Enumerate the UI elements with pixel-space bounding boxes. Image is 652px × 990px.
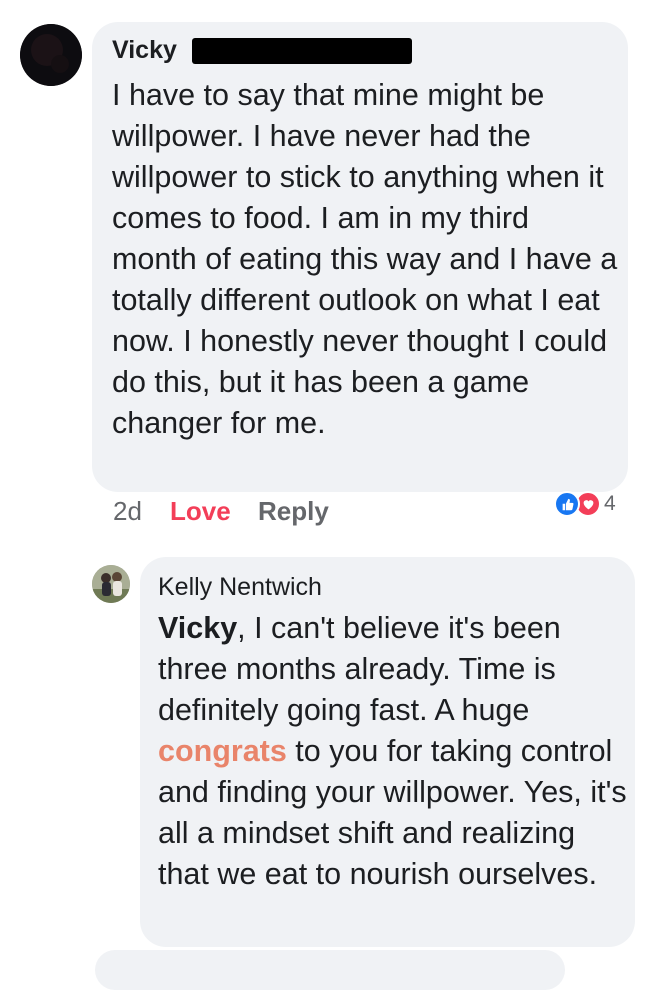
next-comment-bubble [95, 950, 565, 990]
vicky-avatar[interactable] [20, 24, 82, 86]
highlighted-word: congrats [158, 734, 287, 768]
reaction-count: 4 [604, 492, 616, 515]
kelly-avatar[interactable] [92, 565, 130, 603]
mention-vicky[interactable]: Vicky [158, 611, 237, 645]
comment-author-kelly[interactable]: Kelly Nentwich [158, 573, 322, 602]
reply-button[interactable]: Reply [258, 496, 329, 527]
like-icon [554, 491, 580, 517]
comment-text-vicky: I have to say that mine might be willpow… [112, 78, 618, 440]
redaction-bar [192, 38, 412, 64]
comment-text-kelly: Vicky, I can't believe it's been three m… [158, 608, 628, 895]
love-reaction-button[interactable]: Love [170, 496, 231, 527]
comment-timestamp[interactable]: 2d [113, 496, 142, 527]
reaction-summary[interactable]: 4 [554, 490, 616, 518]
comment-author-vicky[interactable]: Vicky [112, 36, 177, 65]
